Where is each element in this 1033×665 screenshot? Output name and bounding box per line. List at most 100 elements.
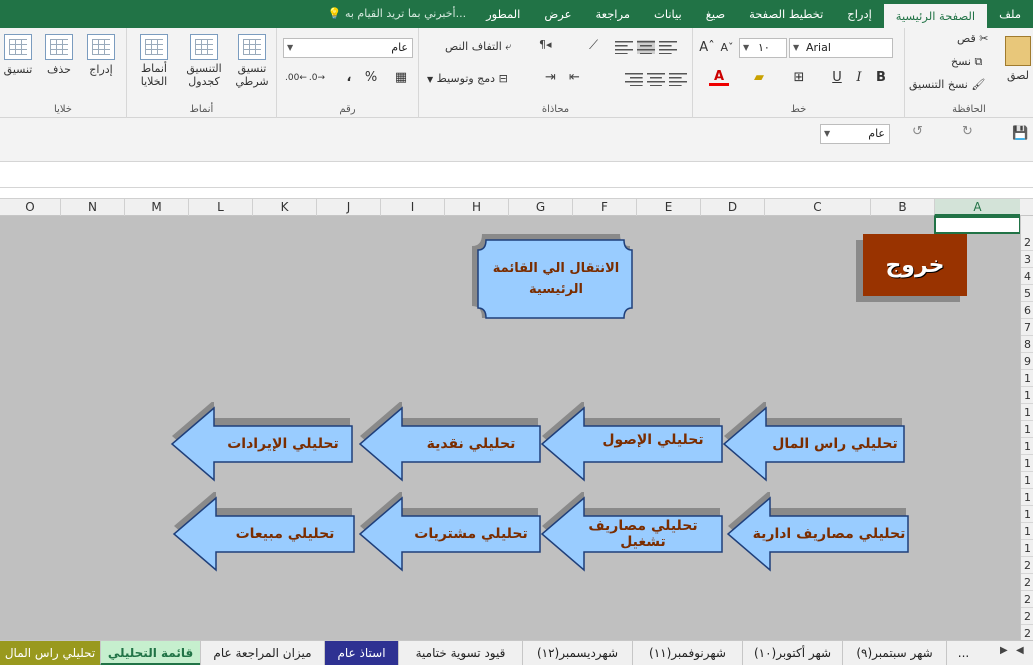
row-header[interactable]: 1 — [1021, 421, 1033, 438]
italic-button[interactable]: I — [849, 68, 869, 88]
font-name-combo[interactable]: Arial ▼ — [789, 38, 893, 58]
align-bottom-icon[interactable] — [615, 40, 633, 54]
column-header-e[interactable]: E — [636, 199, 700, 216]
column-header-c[interactable]: C — [764, 199, 870, 216]
paste-button[interactable]: لصق — [1005, 36, 1031, 82]
arrow-button-admin-expenses[interactable]: تحليلي مصاريف ادارية — [724, 492, 912, 572]
orientation-icon[interactable]: ⟋ — [589, 38, 598, 53]
row-header[interactable]: 5 — [1021, 285, 1033, 302]
qat-format-combo[interactable]: عام ▼ — [820, 124, 890, 144]
row-header[interactable]: 1 — [1021, 438, 1033, 455]
column-header-f[interactable]: F — [572, 199, 636, 216]
row-header[interactable]: 8 — [1021, 336, 1033, 353]
rtl-icon[interactable]: ¶◂ — [539, 38, 552, 51]
column-header-h[interactable]: H — [444, 199, 508, 216]
align-top-icon[interactable] — [659, 40, 677, 54]
row-header[interactable]: 2 — [1021, 608, 1033, 625]
arrow-button-revenue[interactable]: تحليلي الإيرادات — [168, 402, 356, 482]
fill-color-icon[interactable]: ▰ — [749, 68, 769, 88]
worksheet-grid[interactable]: خروج الانتقال الي القائمة الرئيسية تحليل… — [0, 216, 1020, 640]
accounting-format-icon[interactable]: ▦ — [391, 68, 411, 88]
font-color-icon[interactable]: A — [709, 68, 729, 86]
arrow-button-capital[interactable]: تحليلي راس المال — [720, 402, 908, 482]
merge-center-button[interactable]: ▼ دمج وتوسيط ⊟ — [427, 72, 508, 85]
row-header[interactable]: 2 — [1021, 557, 1033, 574]
tab-data[interactable]: بيانات — [642, 0, 694, 28]
sheet-tab-capital-analysis[interactable]: تحليلي راس المال — [0, 641, 100, 665]
row-header[interactable]: 2 — [1021, 591, 1033, 608]
row-header[interactable]: 2 — [1021, 574, 1033, 591]
tab-view[interactable]: عرض — [532, 0, 583, 28]
tab-insert[interactable]: إدراج — [835, 0, 884, 28]
main-menu-button[interactable]: الانتقال الي القائمة الرئيسية — [468, 230, 634, 322]
align-center-icon[interactable] — [647, 72, 665, 86]
column-header-g[interactable]: G — [508, 199, 572, 216]
row-header[interactable]: 7 — [1021, 319, 1033, 336]
arrow-button-purchases[interactable]: تحليلي مشتريات — [356, 492, 544, 572]
copy-button[interactable]: نسخ ⧉ — [951, 55, 982, 69]
delete-cells-button[interactable]: حذف — [42, 34, 76, 76]
row-header[interactable]: 9 — [1021, 353, 1033, 370]
row-header[interactable]: 6 — [1021, 302, 1033, 319]
align-left-icon[interactable] — [669, 72, 687, 86]
align-middle-icon[interactable] — [637, 40, 655, 54]
borders-icon[interactable]: ⊞ — [789, 68, 809, 88]
arrow-button-assets[interactable]: تحليلي الإصول — [538, 402, 726, 482]
sheet-tab-general-ledger[interactable]: استاذ عام — [324, 641, 398, 665]
cut-button[interactable]: قص ✂ — [957, 32, 988, 45]
tab-file[interactable]: ملف — [987, 0, 1033, 28]
row-header[interactable]: 4 — [1021, 268, 1033, 285]
sheet-tab-more[interactable]: ... — [946, 641, 980, 665]
sheet-tab-september[interactable]: شهر سبتمبر(٩) — [842, 641, 946, 665]
column-header-a[interactable]: A — [934, 199, 1020, 216]
column-header-n[interactable]: N — [60, 199, 124, 216]
row-header[interactable]: 1 — [1021, 506, 1033, 523]
sheet-tab-analysis-menu[interactable]: قائمة التحليلي — [100, 641, 200, 665]
insert-cells-button[interactable]: إدراج — [84, 34, 118, 76]
tab-home[interactable]: الصفحة الرئيسية — [883, 2, 988, 28]
decrease-decimal-icon[interactable]: .00← — [285, 68, 307, 88]
sheet-tab-november[interactable]: شهرنوفمبر(١١) — [632, 641, 742, 665]
font-size-combo[interactable]: ١٠ ▼ — [739, 38, 787, 58]
column-header-l[interactable]: L — [188, 199, 252, 216]
font-shrink-icon[interactable]: Aˇ — [717, 38, 737, 58]
cell-styles-button[interactable]: أنماط الخلايا — [131, 34, 177, 88]
scroll-left-icon[interactable]: ◀ — [1016, 645, 1024, 656]
column-header-m[interactable]: M — [124, 199, 188, 216]
row-header[interactable]: 1 — [1021, 489, 1033, 506]
column-header-b[interactable]: B — [870, 199, 934, 216]
tab-review[interactable]: مراجعة — [583, 0, 642, 28]
comma-button[interactable]: ، — [339, 68, 359, 88]
row-header[interactable]: 1 — [1021, 472, 1033, 489]
format-cells-button[interactable]: تنسيق — [0, 34, 36, 76]
sheet-tab-october[interactable]: شهر أكتوبر(١٠) — [742, 641, 842, 665]
arrow-button-sales[interactable]: تحليلي مبيعات — [170, 492, 358, 572]
sheet-tab-trial-balance[interactable]: ميزان المراجعة عام — [200, 641, 324, 665]
row-header[interactable]: 1 — [1021, 404, 1033, 421]
wrap-text-button[interactable]: التفاف النص ⤶ — [445, 40, 511, 54]
column-header-d[interactable]: D — [700, 199, 764, 216]
undo-icon[interactable]: ↺ — [912, 124, 923, 139]
redo-icon[interactable]: ↻ — [962, 124, 973, 139]
conditional-formatting-button[interactable]: تنسيق شرطي — [231, 34, 273, 88]
tell-me-box[interactable]: 💡 أخبرني بما تريد القيام به... — [320, 0, 474, 28]
format-as-table-button[interactable]: التنسيق كجدول — [179, 34, 229, 88]
column-header-j[interactable]: J — [316, 199, 380, 216]
format-painter-button[interactable]: نسخ التنسيق 🖌 — [909, 78, 985, 91]
underline-button[interactable]: U — [827, 68, 847, 88]
sheet-tab-closing-entries[interactable]: قيود تسوية ختامية — [398, 641, 522, 665]
row-header[interactable]: 1 — [1021, 370, 1033, 387]
scroll-right-icon[interactable]: ▶ — [1000, 645, 1008, 656]
tab-developer[interactable]: المطور — [474, 0, 532, 28]
save-icon[interactable]: 💾 — [1012, 126, 1028, 141]
row-header[interactable]: 2 — [1021, 234, 1033, 251]
font-grow-icon[interactable]: Aˆ — [697, 38, 717, 58]
column-header-i[interactable]: I — [380, 199, 444, 216]
row-header[interactable]: 1 — [1021, 455, 1033, 472]
bold-button[interactable]: B — [871, 68, 891, 88]
number-format-combo[interactable]: عام ▼ — [283, 38, 413, 58]
increase-decimal-icon[interactable]: .0→ — [307, 68, 327, 88]
row-header[interactable]: 1 — [1021, 540, 1033, 557]
indent-decrease-icon[interactable]: ⇤ — [569, 70, 580, 85]
sheet-tab-december[interactable]: شهرديسمبر(١٢) — [522, 641, 632, 665]
